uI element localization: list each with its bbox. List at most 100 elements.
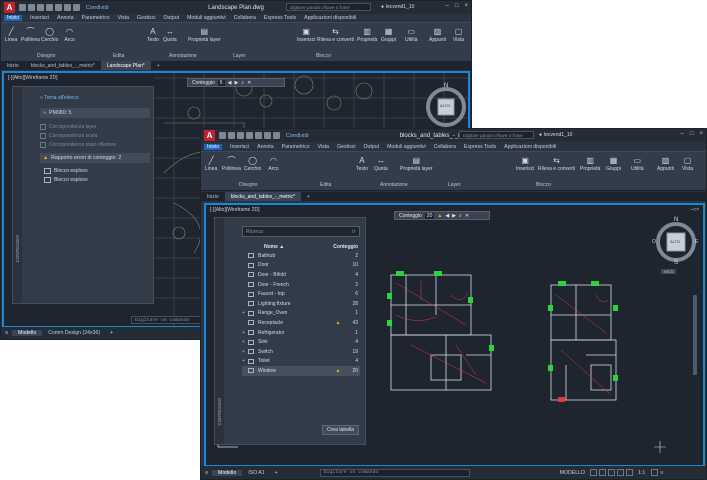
command-line[interactable]: Digitare un comando [319, 468, 470, 477]
print-icon[interactable] [255, 132, 262, 139]
grid-icon[interactable] [590, 469, 598, 476]
ribbon-tool-7[interactable]: ▣ Inserisci [297, 26, 315, 43]
column-name-header[interactable]: Nome ▲ [264, 244, 333, 250]
back-to-list-link[interactable]: « Torna all'elenco [40, 95, 150, 101]
search-input[interactable]: Digitare parola chiave o frase [459, 131, 534, 139]
ribbon-tool-4[interactable]: A Testo [147, 26, 159, 43]
ribbon-tab-2[interactable]: Annota [257, 144, 273, 150]
ribbon-tab-5[interactable]: Gestisci [137, 15, 155, 21]
ribbon-tab-8[interactable]: Collabora [234, 15, 256, 21]
palette-tab[interactable]: CONTEGGIO [215, 218, 224, 444]
layout-tab-comm[interactable]: Comm Design (24x36) [42, 330, 106, 336]
table-row[interactable]: Door - French 2 [242, 280, 360, 290]
close-icon[interactable]: × [464, 3, 468, 9]
ribbon-tab-1[interactable]: Inserisci [30, 15, 49, 21]
ribbon-tab-9[interactable]: Express Tools [464, 144, 496, 150]
table-row[interactable]: + Refrigerator 1 [242, 328, 360, 338]
ribbon-tool-11[interactable]: ▭ Utilità [405, 26, 418, 43]
new-icon[interactable] [219, 132, 226, 139]
doc-tab-0[interactable]: Inizio [1, 61, 25, 70]
refresh-icon[interactable]: ⟳ [352, 229, 359, 235]
close-count-icon[interactable]: ✕ [247, 80, 251, 86]
viewcube[interactable]: ALTO N [422, 83, 468, 131]
minimize-icon[interactable]: – [446, 3, 449, 9]
autocad-logo[interactable]: A [4, 2, 15, 13]
ribbon-tool-6[interactable]: ▤ Proprietà layer [400, 155, 433, 172]
zoom-icon[interactable]: ⌕ [241, 80, 244, 86]
ribbon-tool-0[interactable]: ╱ Linea [5, 26, 17, 43]
new-tab-icon[interactable]: + [151, 61, 166, 70]
ribbon-tab-1[interactable]: Inserisci [230, 144, 249, 150]
ribbon-tab-3[interactable]: Parametrico [82, 15, 110, 21]
table-row[interactable]: Receptacle ▲ 43 [242, 318, 360, 328]
doc-tab-0[interactable]: Inizio [201, 192, 225, 201]
close-count-icon[interactable]: ✕ [465, 213, 469, 219]
save-icon[interactable] [37, 4, 44, 11]
ribbon-tool-10[interactable]: ▦ Gruppi [381, 26, 396, 43]
user-account[interactable]: ● lecvend1_10 [539, 132, 572, 138]
menu-icon[interactable]: ≡ [1, 330, 12, 336]
table-row[interactable]: + Toilet 4 [242, 357, 360, 367]
palette-tab[interactable]: CONTEGGIO [13, 87, 22, 303]
next-icon[interactable]: ▶ [452, 213, 456, 219]
close-icon[interactable]: × [699, 131, 703, 137]
table-row[interactable]: Door 10 [242, 261, 360, 271]
ribbon-tab-0[interactable]: Inizio [204, 144, 223, 150]
ribbon-tool-5[interactable]: ↔ Quota [374, 155, 388, 172]
checkbox[interactable] [40, 123, 46, 130]
redo-icon[interactable] [273, 132, 280, 139]
ribbon-tool-2[interactable]: ◯ Cerchio [41, 26, 58, 43]
wcs-menu[interactable]: WCS [661, 269, 677, 274]
panel-label-4[interactable]: Blocco [316, 53, 331, 59]
redo-icon[interactable] [73, 4, 80, 11]
ribbon-tab-8[interactable]: Collabora [434, 144, 456, 150]
doc-tab-2[interactable]: Landscape Plan* [100, 61, 151, 70]
ribbon-tab-7[interactable]: Moduli aggiuntivi [187, 15, 226, 21]
panel-label-3[interactable]: Layer [233, 53, 246, 59]
match-option[interactable]: Corrispondenza scala [40, 131, 150, 140]
minimize-icon[interactable]: – [681, 131, 684, 137]
ribbon-tool-12[interactable]: ▨ Appunti [657, 155, 674, 172]
viewcube[interactable]: ALTO N S E O WCS [651, 217, 701, 275]
panel-label-4[interactable]: Blocco [536, 182, 551, 188]
layout-tab-model[interactable]: Modello [212, 469, 243, 476]
panel-label-2[interactable]: Annotazione [380, 182, 408, 188]
table-row[interactable]: Window ▲ 20 [242, 366, 360, 376]
ribbon-tool-1[interactable]: ⌒ Polilinea [21, 26, 40, 43]
ribbon-tool-13[interactable]: ▢ Vista [682, 155, 693, 172]
prev-icon[interactable]: ◀ [445, 213, 449, 219]
menu-icon[interactable]: ≡ [201, 470, 212, 476]
new-icon[interactable] [19, 4, 26, 11]
ribbon-tool-2[interactable]: ◯ Cerchio [244, 155, 261, 172]
panel-label-1[interactable]: Edita [320, 182, 331, 188]
ribbon-tool-9[interactable]: ▥ Proprietà [357, 26, 377, 43]
open-icon[interactable] [228, 132, 235, 139]
zoom-icon[interactable]: ⌕ [459, 213, 462, 219]
panel-label-0[interactable]: Disegno [239, 182, 257, 188]
ribbon-tool-5[interactable]: ↔ Quota [163, 26, 177, 43]
saveas-icon[interactable] [246, 132, 253, 139]
customize-icon[interactable]: ≡ [660, 470, 663, 476]
ribbon-tool-12[interactable]: ▨ Appunti [429, 26, 446, 43]
ribbon-tab-4[interactable]: Vista [118, 15, 129, 21]
palette-search-input[interactable]: Ricerca ⟳ [242, 226, 360, 237]
checkbox[interactable] [40, 141, 46, 148]
front-drawing-area[interactable]: [-][Alto][Wireframe 2D] –□× Conteggio 20… [204, 203, 705, 467]
table-row[interactable]: Faucet - top 6 [242, 289, 360, 299]
open-icon[interactable] [28, 4, 35, 11]
error-item[interactable]: Blocco esploso [40, 175, 150, 184]
panel-label-0[interactable]: Disegno [37, 53, 55, 59]
ribbon-tool-3[interactable]: ◠ Arco [268, 155, 279, 172]
autocad-logo[interactable]: A [204, 130, 215, 141]
ribbon-tool-1[interactable]: ⌒ Polilinea [222, 155, 241, 172]
annotation-scale[interactable]: 1:1 [638, 470, 645, 476]
layout-tab-iso[interactable]: ISO A1 [242, 470, 270, 476]
panel-label-3[interactable]: Layer [448, 182, 461, 188]
search-input[interactable]: Digitare parola chiave o frase [286, 3, 371, 11]
table-row[interactable]: Door - Bifold 4 [242, 270, 360, 280]
print-icon[interactable] [55, 4, 62, 11]
model-space-label[interactable]: MODELLO [560, 470, 585, 476]
ribbon-tab-6[interactable]: Output [363, 144, 379, 150]
ribbon-tool-3[interactable]: ◠ Arco [64, 26, 75, 43]
panel-label-2[interactable]: Annotazione [169, 53, 197, 59]
